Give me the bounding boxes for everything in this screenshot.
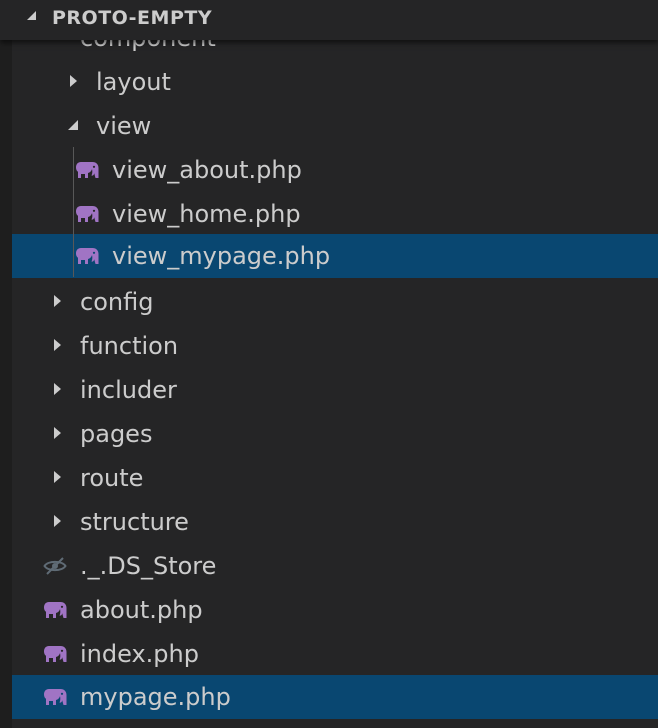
explorer-section-header[interactable]: PROTO-EMPTY bbox=[0, 0, 658, 40]
tree-item-label: about.php bbox=[80, 596, 203, 624]
tree-item-layout[interactable]: layout bbox=[12, 60, 658, 104]
tree-item-label: layout bbox=[96, 68, 171, 96]
tree-item-includer[interactable]: includer bbox=[12, 368, 658, 412]
tree-item-label: structure bbox=[80, 508, 189, 536]
elephant-icon bbox=[44, 602, 67, 618]
chevron-down-icon[interactable] bbox=[68, 120, 78, 130]
tree-item-label: view_home.php bbox=[112, 200, 301, 228]
chevron-right-icon[interactable] bbox=[54, 471, 61, 483]
file-tree[interactable]: component layout view view_about.php vie… bbox=[12, 0, 658, 728]
tree-item-label: view_about.php bbox=[112, 156, 302, 184]
tree-item-label: mypage.php bbox=[80, 683, 231, 711]
tree-item-structure[interactable]: structure bbox=[12, 500, 658, 544]
tree-item-function[interactable]: function bbox=[12, 324, 658, 368]
tree-item-route[interactable]: route bbox=[12, 456, 658, 500]
tree-item-label: index.php bbox=[80, 640, 199, 668]
tree-item-about-php[interactable]: about.php bbox=[12, 588, 658, 632]
chevron-right-icon[interactable] bbox=[54, 515, 61, 527]
chevron-right-icon[interactable] bbox=[54, 295, 61, 307]
tree-item-label: includer bbox=[80, 376, 177, 404]
chevron-right-icon[interactable] bbox=[70, 75, 77, 87]
tree-item-label: pages bbox=[80, 420, 153, 448]
project-title: PROTO-EMPTY bbox=[52, 7, 213, 29]
elephant-icon bbox=[44, 646, 67, 662]
tree-item-view-home-php[interactable]: view_home.php bbox=[12, 192, 658, 236]
elephant-icon bbox=[44, 689, 67, 705]
tree-item-mypage-php[interactable]: mypage.php bbox=[12, 675, 658, 719]
tree-item-label: view_mypage.php bbox=[112, 242, 331, 270]
tree-item-pages[interactable]: pages bbox=[12, 412, 658, 456]
chevron-right-icon[interactable] bbox=[54, 339, 61, 351]
left-gutter bbox=[0, 0, 12, 728]
chevron-right-icon[interactable] bbox=[54, 383, 61, 395]
tree-item-view-about-php[interactable]: view_about.php bbox=[12, 148, 658, 192]
tree-item-label: function bbox=[80, 332, 179, 360]
tree-item-ds-store[interactable]: ._.DS_Store bbox=[12, 544, 658, 588]
tree-item-config[interactable]: config bbox=[12, 280, 658, 324]
tree-item-label: view bbox=[96, 112, 152, 140]
chevron-right-icon[interactable] bbox=[54, 427, 61, 439]
indent-guide bbox=[73, 147, 74, 277]
tree-item-view-mypage-php[interactable]: view_mypage.php bbox=[12, 234, 658, 278]
chevron-down-icon[interactable] bbox=[27, 11, 36, 20]
tree-item-label: ._.DS_Store bbox=[80, 552, 217, 580]
elephant-icon bbox=[76, 248, 99, 264]
tree-item-label: config bbox=[80, 288, 154, 316]
tree-item-view[interactable]: view bbox=[12, 104, 658, 148]
tree-item-label: route bbox=[80, 464, 144, 492]
eye-slash-icon bbox=[43, 557, 67, 575]
elephant-icon bbox=[76, 206, 99, 222]
tree-item-index-php[interactable]: index.php bbox=[12, 632, 658, 676]
elephant-icon bbox=[76, 162, 99, 178]
